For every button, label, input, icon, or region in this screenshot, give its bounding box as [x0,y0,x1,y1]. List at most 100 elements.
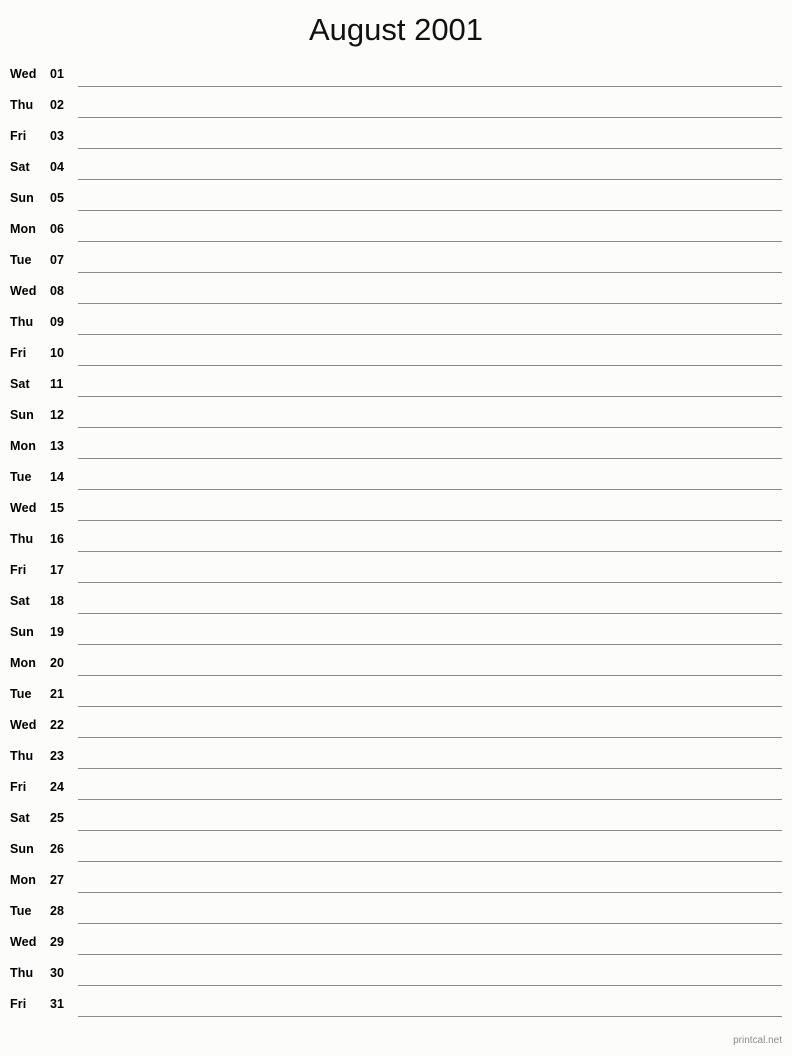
day-row[interactable]: Mon 06 [0,218,792,249]
note-writing-line[interactable] [78,923,782,924]
day-of-month-number: 07 [50,253,65,267]
note-writing-line[interactable] [78,644,782,645]
day-of-week-label: Thu [10,98,34,112]
note-writing-line[interactable] [78,272,782,273]
note-writing-line[interactable] [78,1016,782,1017]
day-of-month-number: 12 [50,408,65,422]
note-writing-line[interactable] [78,489,782,490]
note-writing-line[interactable] [78,117,782,118]
day-of-week-label: Tue [10,904,32,918]
note-writing-line[interactable] [78,985,782,986]
day-of-month-number: 11 [50,377,64,391]
day-of-month-number: 28 [50,904,65,918]
day-row[interactable]: Sun 12 [0,404,792,435]
note-writing-line[interactable] [78,551,782,552]
day-of-month-number: 23 [50,749,65,763]
day-row[interactable]: Sat 04 [0,156,792,187]
day-row[interactable]: Sat 18 [0,590,792,621]
day-of-week-label: Mon [10,439,36,453]
day-of-month-number: 19 [50,625,65,639]
note-writing-line[interactable] [78,675,782,676]
day-of-week-label: Sun [10,842,34,856]
day-row[interactable]: Sat 11 [0,373,792,404]
note-writing-line[interactable] [78,303,782,304]
note-writing-line[interactable] [78,830,782,831]
day-of-month-number: 22 [50,718,65,732]
day-of-week-label: Wed [10,284,37,298]
day-row[interactable]: Wed 22 [0,714,792,745]
note-writing-line[interactable] [78,892,782,893]
day-row[interactable]: Fri 17 [0,559,792,590]
day-row[interactable]: Wed 29 [0,931,792,962]
note-writing-line[interactable] [78,706,782,707]
day-row[interactable]: Tue 21 [0,683,792,714]
day-of-week-label: Sun [10,625,34,639]
day-of-month-number: 31 [50,997,65,1011]
day-of-month-number: 21 [50,687,65,701]
note-writing-line[interactable] [78,954,782,955]
day-of-week-label: Fri [10,997,27,1011]
day-row[interactable]: Thu 30 [0,962,792,993]
day-of-week-label: Wed [10,67,37,81]
day-of-week-label: Sat [10,160,30,174]
note-writing-line[interactable] [78,799,782,800]
day-row[interactable]: Tue 14 [0,466,792,497]
day-of-month-number: 04 [50,160,65,174]
day-of-month-number: 26 [50,842,65,856]
note-writing-line[interactable] [78,396,782,397]
day-row[interactable]: Wed 15 [0,497,792,528]
day-of-month-number: 06 [50,222,65,236]
note-writing-line[interactable] [78,458,782,459]
note-writing-line[interactable] [78,210,782,211]
day-row[interactable]: Fri 24 [0,776,792,807]
day-row[interactable]: Fri 10 [0,342,792,373]
note-writing-line[interactable] [78,427,782,428]
note-writing-line[interactable] [78,768,782,769]
day-of-month-number: 17 [50,563,65,577]
day-row[interactable]: Tue 28 [0,900,792,931]
note-writing-line[interactable] [78,334,782,335]
day-row[interactable]: Wed 01 [0,63,792,94]
day-of-week-label: Fri [10,780,27,794]
day-of-month-number: 24 [50,780,65,794]
note-writing-line[interactable] [78,179,782,180]
day-row[interactable]: Thu 16 [0,528,792,559]
day-of-month-number: 27 [50,873,65,887]
note-writing-line[interactable] [78,241,782,242]
day-row[interactable]: Thu 02 [0,94,792,125]
note-writing-line[interactable] [78,737,782,738]
day-of-week-label: Sun [10,408,34,422]
note-writing-line[interactable] [78,520,782,521]
day-of-week-label: Sat [10,811,30,825]
day-row[interactable]: Fri 31 [0,993,792,1024]
day-row[interactable]: Sat 25 [0,807,792,838]
day-row[interactable]: Mon 27 [0,869,792,900]
day-row[interactable]: Mon 13 [0,435,792,466]
day-of-week-label: Wed [10,935,37,949]
footer-credit: printcal.net [733,1035,782,1046]
day-row[interactable]: Thu 09 [0,311,792,342]
note-writing-line[interactable] [78,86,782,87]
day-row[interactable]: Sun 19 [0,621,792,652]
day-of-month-number: 29 [50,935,65,949]
day-row[interactable]: Thu 23 [0,745,792,776]
note-writing-line[interactable] [78,148,782,149]
day-row[interactable]: Sun 05 [0,187,792,218]
day-of-month-number: 10 [50,346,65,360]
note-writing-line[interactable] [78,613,782,614]
day-row[interactable]: Wed 08 [0,280,792,311]
day-of-week-label: Mon [10,222,36,236]
day-row[interactable]: Tue 07 [0,249,792,280]
note-writing-line[interactable] [78,365,782,366]
day-row[interactable]: Sun 26 [0,838,792,869]
day-row[interactable]: Mon 20 [0,652,792,683]
day-of-week-label: Tue [10,470,32,484]
day-row[interactable]: Fri 03 [0,125,792,156]
day-of-week-label: Fri [10,346,27,360]
calendar-page: August 2001 Wed 01 Thu 02 Fri 03 Sat 04 Sun 05 Mon… [0,0,792,1056]
note-writing-line[interactable] [78,582,782,583]
day-of-week-label: Sat [10,377,30,391]
note-writing-line[interactable] [78,861,782,862]
day-of-month-number: 09 [50,315,65,329]
day-of-week-label: Sat [10,594,30,608]
